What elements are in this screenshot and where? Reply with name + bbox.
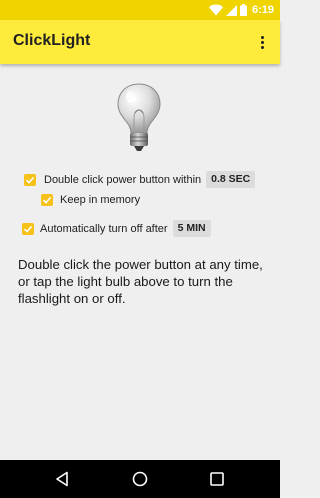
- keep-in-memory-row: Keep in memory: [41, 194, 140, 206]
- auto-off-duration-value[interactable]: 5 MIN: [172, 220, 211, 237]
- status-time: 6:19: [251, 4, 274, 16]
- status-icons: 6:19: [208, 3, 274, 17]
- keep-in-memory-label: Keep in memory: [60, 194, 141, 206]
- status-bar: 6:19: [0, 0, 280, 20]
- app-title: ClickLight: [13, 32, 91, 49]
- auto-off-row: Automatically turn off after 5 MIN: [22, 220, 211, 237]
- cell-signal-icon: [225, 4, 237, 16]
- auto-off-label: Automatically turn off after: [40, 222, 168, 235]
- back-icon[interactable]: [54, 470, 72, 488]
- navigation-bar: [0, 460, 280, 498]
- home-icon[interactable]: [131, 470, 149, 488]
- app-bar: ClickLight: [0, 20, 280, 64]
- overflow-menu-icon[interactable]: [250, 30, 274, 54]
- double-click-label: Double click power button within: [44, 173, 202, 186]
- auto-off-checkbox[interactable]: [22, 222, 34, 235]
- keep-in-memory-checkbox[interactable]: [41, 194, 53, 206]
- double-click-interval-value[interactable]: 0.8 SEC: [206, 171, 256, 188]
- double-click-row: Double click power button within 0.8 SEC: [24, 171, 256, 188]
- recents-icon[interactable]: [208, 470, 226, 488]
- instructions-text: Double click the power button at any tim…: [18, 257, 263, 307]
- light-bulb-icon[interactable]: [114, 82, 164, 152]
- battery-icon: [239, 4, 247, 16]
- double-click-checkbox[interactable]: [24, 173, 36, 186]
- wifi-icon: [208, 4, 223, 16]
